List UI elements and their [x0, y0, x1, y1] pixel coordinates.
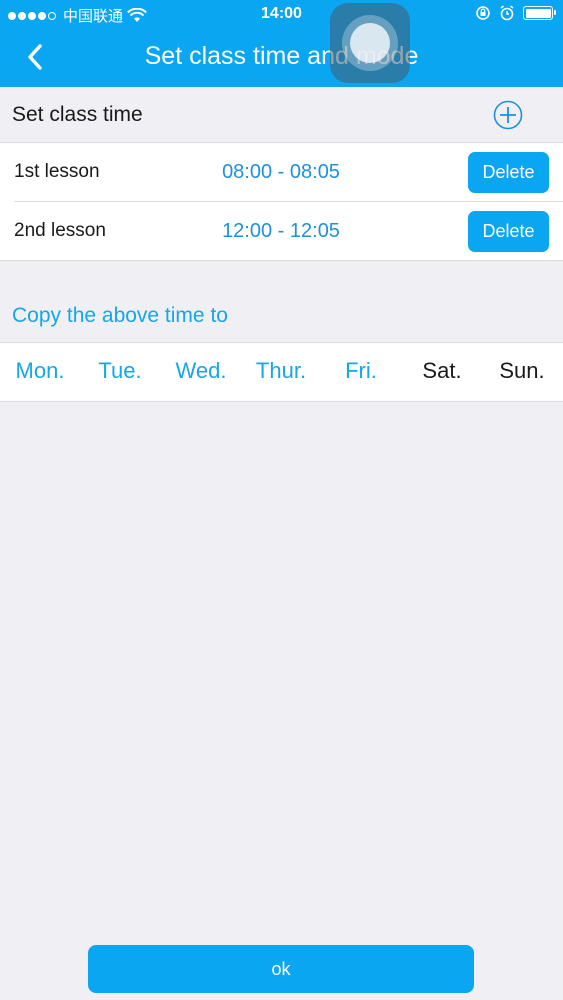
- rotation-lock-icon: [476, 6, 490, 20]
- delete-button[interactable]: Delete: [468, 211, 549, 252]
- assistive-touch-core: [350, 23, 390, 63]
- add-lesson-button[interactable]: [493, 100, 523, 130]
- lesson-row: 2nd lesson 12:00 - 12:05 Delete: [0, 202, 563, 261]
- day-toggle-sun[interactable]: Sun.: [482, 358, 562, 384]
- day-toggle-wed[interactable]: Wed.: [161, 358, 241, 384]
- day-toggle-tue[interactable]: Tue.: [80, 358, 160, 384]
- battery-icon: [523, 6, 556, 20]
- screen: 中国联通 14:00 Set class time and mode Set c…: [0, 0, 563, 1000]
- lesson-list: 1st lesson 08:00 - 08:05 Delete 2nd less…: [0, 142, 563, 261]
- day-toggle-sat[interactable]: Sat.: [402, 358, 482, 384]
- delete-button[interactable]: Delete: [468, 152, 549, 193]
- lesson-name: 2nd lesson: [14, 220, 106, 241]
- copy-time-title: Copy the above time to: [12, 304, 228, 327]
- class-time-title: Set class time: [12, 103, 143, 126]
- lesson-row: 1st lesson 08:00 - 08:05 Delete: [0, 143, 563, 202]
- alarm-icon: [500, 5, 514, 21]
- lesson-time[interactable]: 12:00 - 12:05: [186, 220, 376, 243]
- day-toggle-mon[interactable]: Mon.: [0, 358, 80, 384]
- top-bar: 中国联通 14:00 Set class time and mode: [0, 0, 563, 87]
- assistive-touch-ring: [342, 15, 398, 71]
- ok-button[interactable]: ok: [88, 945, 474, 993]
- plus-circle-icon: [493, 100, 523, 130]
- status-bar: 中国联通 14:00: [0, 0, 563, 28]
- lesson-time[interactable]: 08:00 - 08:05: [186, 161, 376, 184]
- day-toggle-thur[interactable]: Thur.: [241, 358, 321, 384]
- weekday-selector: Mon. Tue. Wed. Thur. Fri. Sat. Sun.: [0, 342, 563, 402]
- class-time-header: Set class time: [0, 87, 563, 142]
- status-right: [475, 5, 556, 21]
- page-title: Set class time and mode: [144, 42, 419, 70]
- day-toggle-fri[interactable]: Fri.: [321, 358, 401, 384]
- lesson-name: 1st lesson: [14, 161, 100, 182]
- battery-level: [525, 8, 551, 18]
- assistive-touch-button[interactable]: [330, 3, 410, 83]
